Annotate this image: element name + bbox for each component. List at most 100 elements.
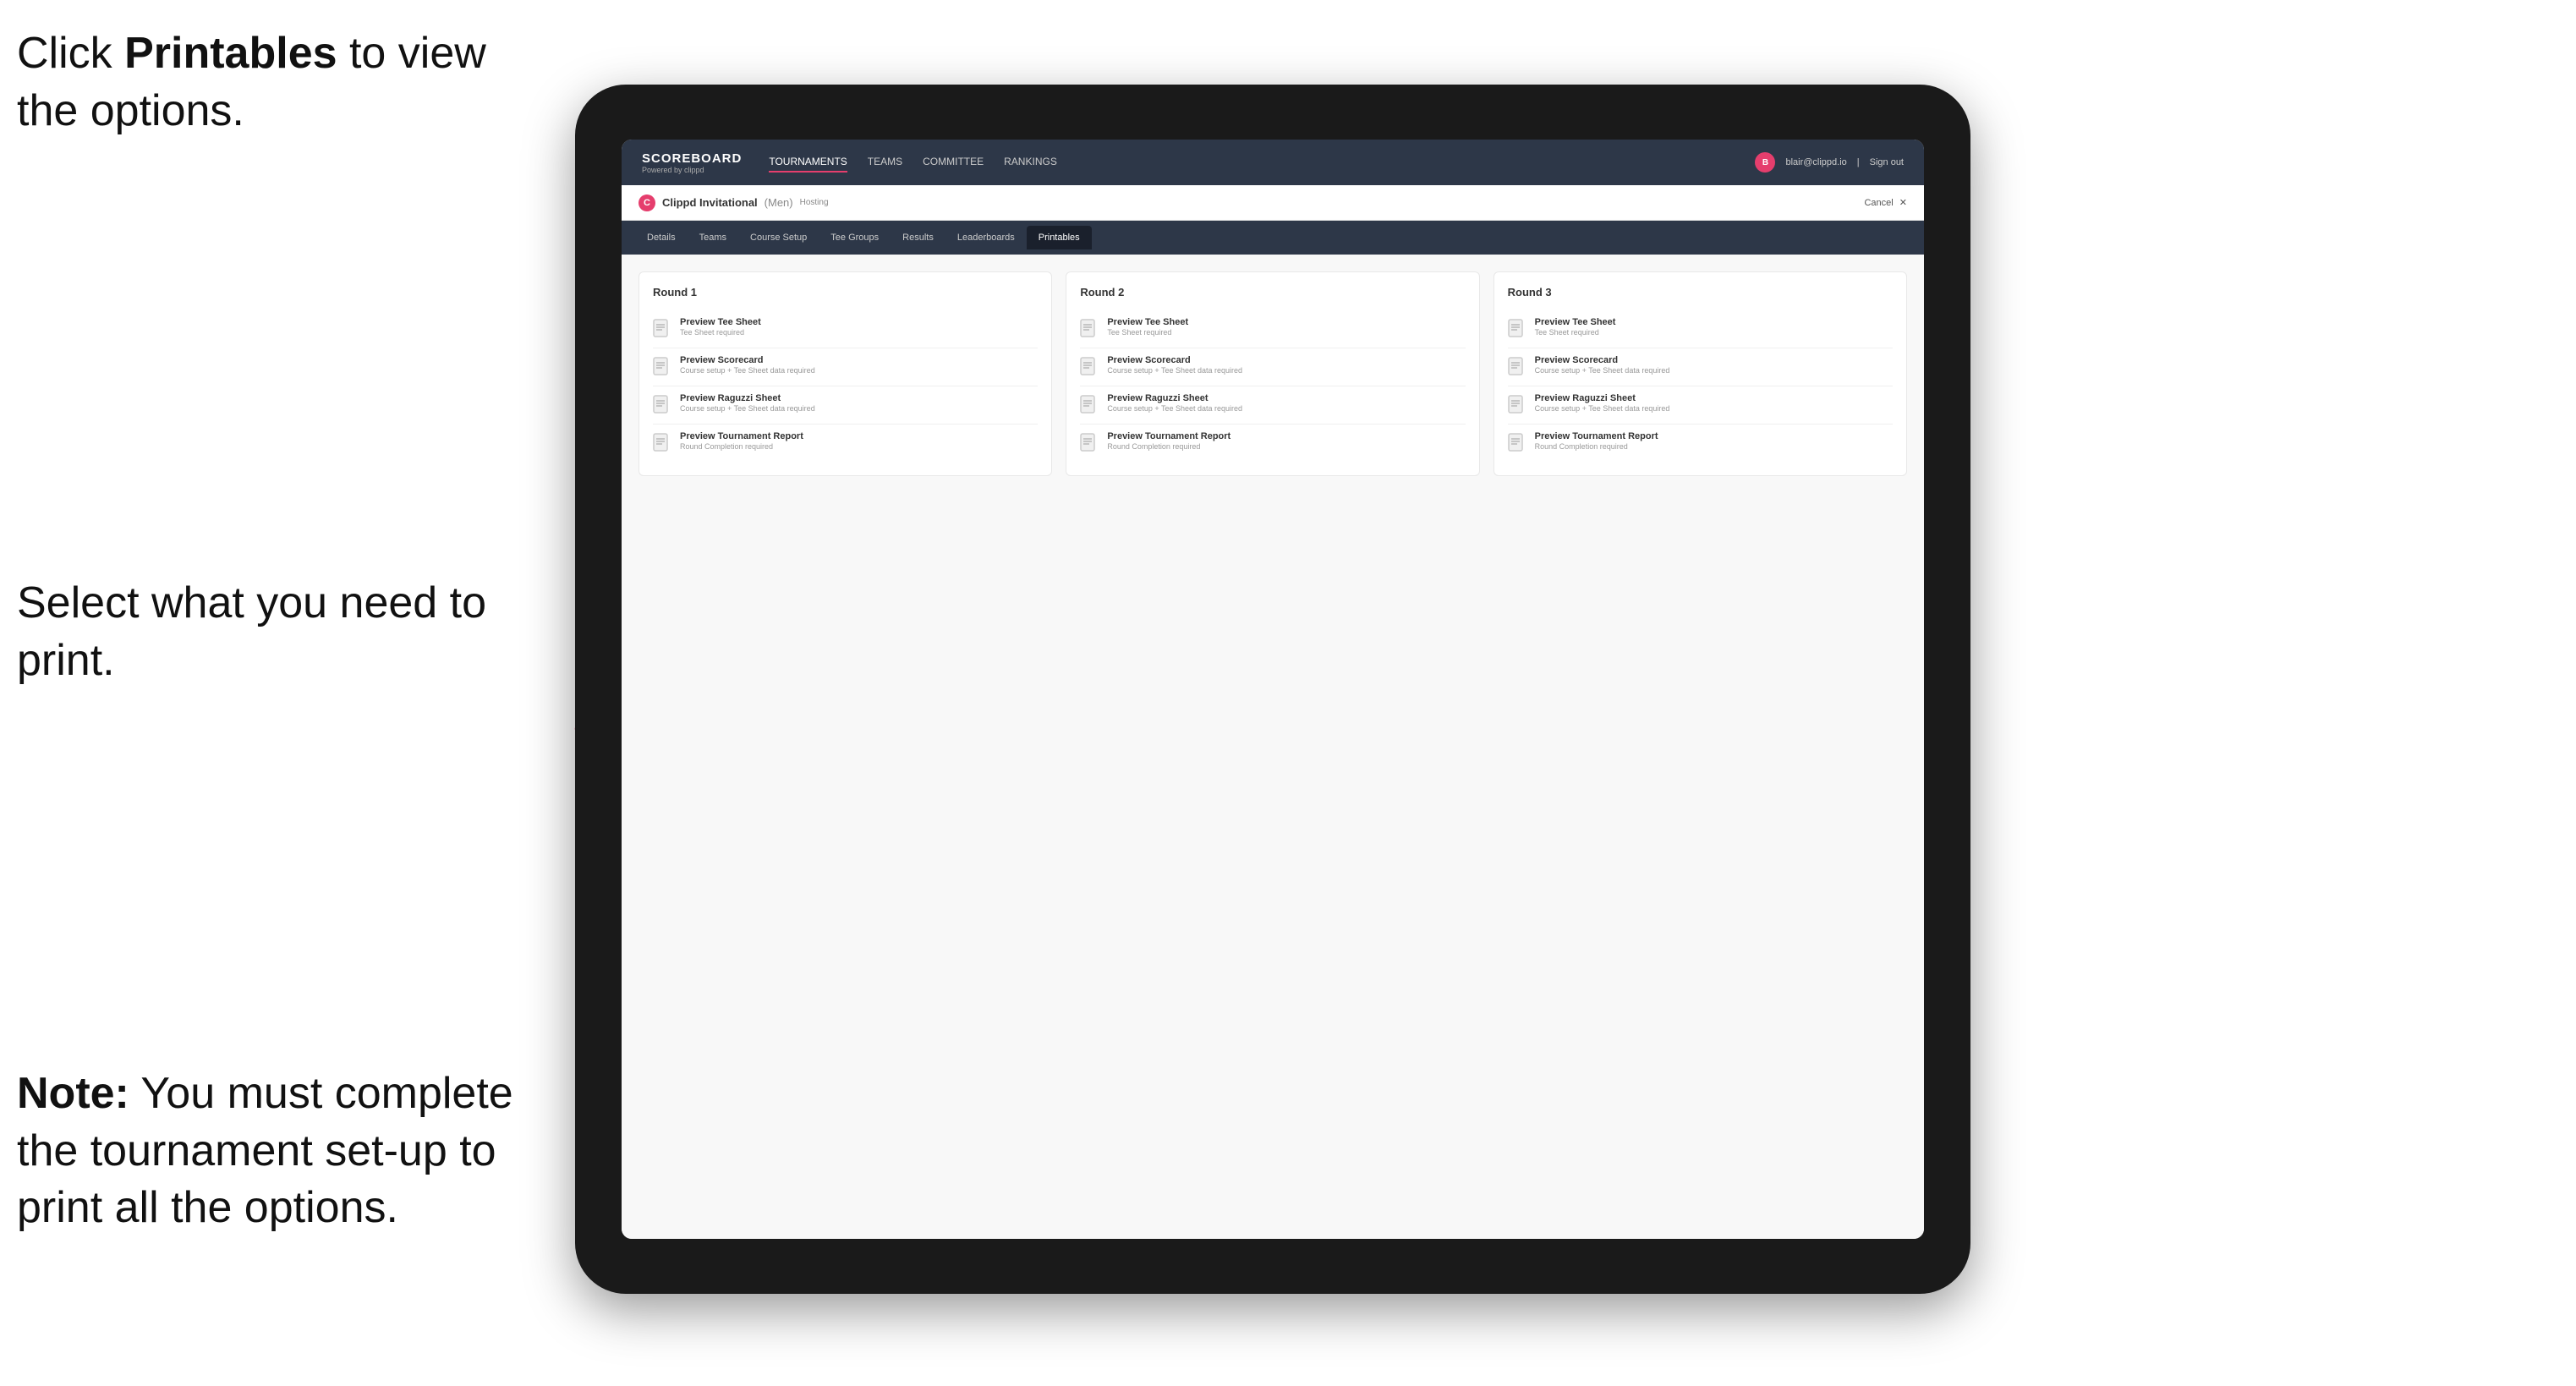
round-2-column: Round 2 Preview Tee Sheet Tee Sheet requ… (1066, 271, 1479, 476)
tab-printables[interactable]: Printables (1027, 226, 1092, 249)
round-3-tee-sheet-subtitle: Tee Sheet required (1535, 328, 1616, 337)
round-2-raguzzi[interactable]: Preview Raguzzi Sheet Course setup + Tee… (1080, 386, 1465, 425)
top-nav: SCOREBOARD Powered by clippd TOURNAMENTS… (622, 140, 1924, 185)
round-3-tee-sheet-title: Preview Tee Sheet (1535, 317, 1616, 327)
tournament-name: C Clippd Invitational (Men) Hosting (639, 194, 829, 211)
round-3-scorecard-title: Preview Scorecard (1535, 355, 1670, 365)
round-2-raguzzi-title: Preview Raguzzi Sheet (1107, 393, 1242, 403)
tab-leaderboards[interactable]: Leaderboards (945, 226, 1027, 249)
doc-r2-4 (1080, 433, 1099, 455)
brand: SCOREBOARD Powered by clippd (642, 151, 742, 174)
doc-r2-3 (1080, 395, 1099, 417)
cancel-x[interactable]: ✕ (1899, 198, 1907, 208)
round-2-report-text: Preview Tournament Report Round Completi… (1107, 431, 1230, 451)
document-icon-2 (653, 357, 671, 379)
round-1-tee-sheet-subtitle: Tee Sheet required (680, 328, 761, 337)
round-3-column: Round 3 Preview Tee Sheet Tee Sheet requ… (1494, 271, 1907, 476)
doc-r2-1 (1080, 319, 1099, 341)
round-2-tournament-report[interactable]: Preview Tournament Report Round Completi… (1080, 425, 1465, 462)
round-1-report-text: Preview Tournament Report Round Completi… (680, 431, 803, 451)
tab-results[interactable]: Results (891, 226, 945, 249)
round-1-tee-sheet-text: Preview Tee Sheet Tee Sheet required (680, 317, 761, 337)
nav-tournaments[interactable]: TOURNAMENTS (769, 152, 847, 173)
round-3-report-subtitle: Round Completion required (1535, 442, 1658, 451)
main-content: Round 1 Preview Tee Sheet Tee Sheet requ… (622, 255, 1924, 1239)
round-1-raguzzi[interactable]: Preview Raguzzi Sheet Course setup + Tee… (653, 386, 1038, 425)
round-3-tee-sheet-text: Preview Tee Sheet Tee Sheet required (1535, 317, 1616, 337)
doc-r3-3 (1508, 395, 1526, 417)
round-1-scorecard-title: Preview Scorecard (680, 355, 815, 365)
tournament-bracket: (Men) (765, 196, 793, 209)
round-1-scorecard[interactable]: Preview Scorecard Course setup + Tee She… (653, 348, 1038, 386)
top-nav-links: TOURNAMENTS TEAMS COMMITTEE RANKINGS (769, 152, 1755, 173)
round-2-raguzzi-subtitle: Course setup + Tee Sheet data required (1107, 404, 1242, 413)
round-2-scorecard-title: Preview Scorecard (1107, 355, 1242, 365)
doc-r3-2 (1508, 357, 1526, 379)
doc-r3-1 (1508, 319, 1526, 341)
tab-course-setup[interactable]: Course Setup (738, 226, 819, 249)
tab-teams[interactable]: Teams (688, 226, 738, 249)
round-3-tee-sheet[interactable]: Preview Tee Sheet Tee Sheet required (1508, 310, 1893, 348)
hosting-badge: Hosting (800, 198, 829, 207)
round-1-scorecard-text: Preview Scorecard Course setup + Tee She… (680, 355, 815, 375)
tab-bar: Details Teams Course Setup Tee Groups Re… (622, 221, 1924, 255)
nav-rankings[interactable]: RANKINGS (1004, 152, 1057, 173)
nav-committee[interactable]: COMMITTEE (923, 152, 984, 173)
round-3-raguzzi-title: Preview Raguzzi Sheet (1535, 393, 1670, 403)
brand-sub: Powered by clippd (642, 166, 742, 174)
round-2-tee-sheet[interactable]: Preview Tee Sheet Tee Sheet required (1080, 310, 1465, 348)
round-2-scorecard[interactable]: Preview Scorecard Course setup + Tee She… (1080, 348, 1465, 386)
user-avatar: B (1755, 152, 1775, 173)
round-1-tournament-report[interactable]: Preview Tournament Report Round Completi… (653, 425, 1038, 462)
round-2-tee-sheet-title: Preview Tee Sheet (1107, 317, 1188, 327)
round-2-title: Round 2 (1080, 286, 1465, 299)
annotation-bold-note: Note: (17, 1069, 129, 1118)
tournament-title: Clippd Invitational (662, 196, 758, 209)
round-2-report-subtitle: Round Completion required (1107, 442, 1230, 451)
round-2-raguzzi-text: Preview Raguzzi Sheet Course setup + Tee… (1107, 393, 1242, 413)
round-1-tee-sheet[interactable]: Preview Tee Sheet Tee Sheet required (653, 310, 1038, 348)
tab-details[interactable]: Details (635, 226, 688, 249)
round-1-column: Round 1 Preview Tee Sheet Tee Sheet requ… (639, 271, 1052, 476)
annotation-bottom: Note: You must complete the tournament s… (17, 1066, 541, 1237)
round-1-scorecard-subtitle: Course setup + Tee Sheet data required (680, 366, 815, 375)
separator: | (1857, 157, 1860, 167)
cancel-area[interactable]: Cancel ✕ (1864, 197, 1907, 208)
cancel-label[interactable]: Cancel (1864, 198, 1893, 208)
document-icon (653, 319, 671, 341)
sign-out-link[interactable]: Sign out (1870, 157, 1904, 167)
round-3-scorecard[interactable]: Preview Scorecard Course setup + Tee She… (1508, 348, 1893, 386)
annotation-bold-printables: Printables (124, 29, 337, 78)
tablet-screen: SCOREBOARD Powered by clippd TOURNAMENTS… (622, 140, 1924, 1239)
round-3-scorecard-subtitle: Course setup + Tee Sheet data required (1535, 366, 1670, 375)
tab-tee-groups[interactable]: Tee Groups (819, 226, 891, 249)
round-3-title: Round 3 (1508, 286, 1893, 299)
round-1-raguzzi-subtitle: Course setup + Tee Sheet data required (680, 404, 815, 413)
round-2-report-title: Preview Tournament Report (1107, 431, 1230, 441)
round-3-raguzzi-subtitle: Course setup + Tee Sheet data required (1535, 404, 1670, 413)
sub-nav: C Clippd Invitational (Men) Hosting Canc… (622, 185, 1924, 221)
round-1-raguzzi-text: Preview Raguzzi Sheet Course setup + Tee… (680, 393, 815, 413)
round-3-scorecard-text: Preview Scorecard Course setup + Tee She… (1535, 355, 1670, 375)
round-1-raguzzi-title: Preview Raguzzi Sheet (680, 393, 815, 403)
rounds-container: Round 1 Preview Tee Sheet Tee Sheet requ… (639, 271, 1907, 476)
round-3-tournament-report[interactable]: Preview Tournament Report Round Completi… (1508, 425, 1893, 462)
round-3-report-title: Preview Tournament Report (1535, 431, 1658, 441)
round-1-report-subtitle: Round Completion required (680, 442, 803, 451)
tablet-device: SCOREBOARD Powered by clippd TOURNAMENTS… (575, 85, 1970, 1294)
round-2-scorecard-subtitle: Course setup + Tee Sheet data required (1107, 366, 1242, 375)
round-2-tee-sheet-text: Preview Tee Sheet Tee Sheet required (1107, 317, 1188, 337)
annotation-top: Click Printables to view the options. (17, 25, 507, 140)
round-2-scorecard-text: Preview Scorecard Course setup + Tee She… (1107, 355, 1242, 375)
annotation-middle: Select what you need to print. (17, 575, 507, 689)
brand-title: SCOREBOARD (642, 151, 742, 166)
doc-r3-4 (1508, 433, 1526, 455)
c-logo: C (639, 194, 655, 211)
round-1-tee-sheet-title: Preview Tee Sheet (680, 317, 761, 327)
document-icon-3 (653, 395, 671, 417)
nav-teams[interactable]: TEAMS (868, 152, 902, 173)
round-3-report-text: Preview Tournament Report Round Completi… (1535, 431, 1658, 451)
doc-r2-2 (1080, 357, 1099, 379)
round-1-report-title: Preview Tournament Report (680, 431, 803, 441)
round-3-raguzzi[interactable]: Preview Raguzzi Sheet Course setup + Tee… (1508, 386, 1893, 425)
